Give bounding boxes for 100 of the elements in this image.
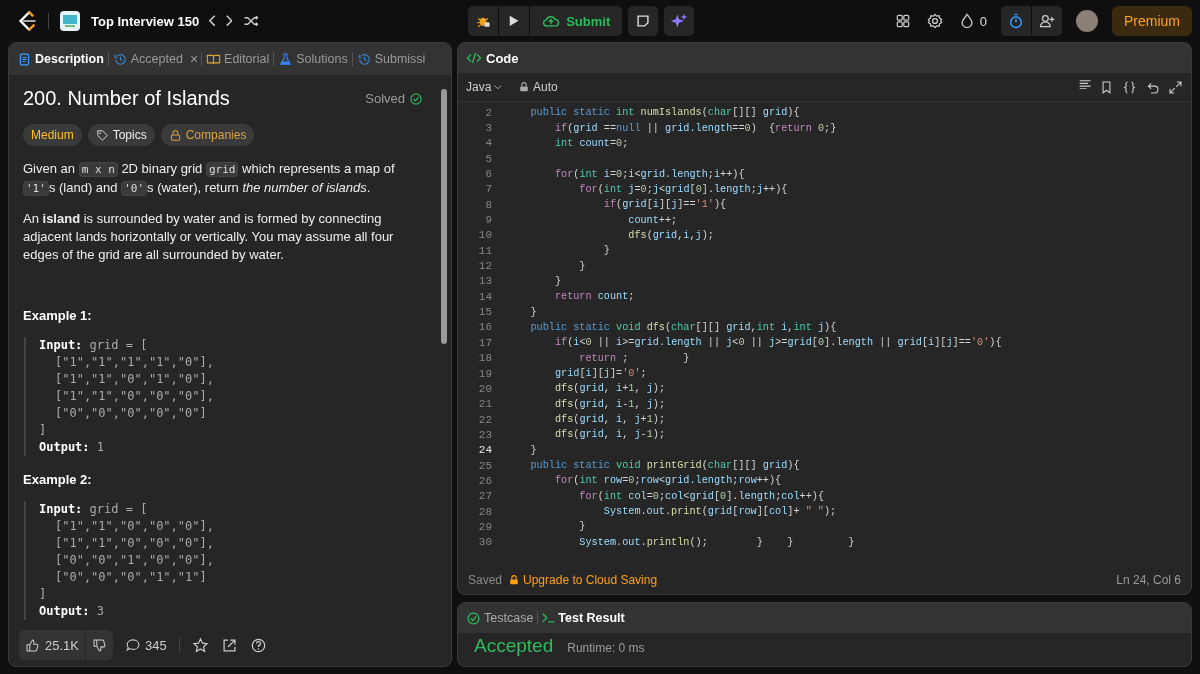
code-line: } xyxy=(553,275,562,287)
code-text: ["0","0","0","0","0"] xyxy=(54,405,208,422)
mode-selector[interactable]: Auto xyxy=(518,80,558,94)
braces-icon xyxy=(1122,79,1137,95)
line-number: 11 xyxy=(477,244,492,257)
expand-button[interactable] xyxy=(1168,79,1183,95)
comments-button[interactable]: 345 xyxy=(125,637,167,653)
language-dropdown[interactable]: Java xyxy=(466,80,502,94)
checkbox-icon xyxy=(466,610,481,626)
play-icon xyxy=(509,15,520,27)
line-number: 10 xyxy=(477,229,492,242)
cursor-position: Ln 24, Col 6 xyxy=(1116,573,1181,587)
code-text: ] xyxy=(39,586,48,603)
submit-button[interactable]: Submit xyxy=(530,6,623,36)
avatar[interactable] xyxy=(1076,10,1098,32)
line-number: 6 xyxy=(484,168,492,181)
share-button[interactable] xyxy=(220,636,238,654)
line-number: 4 xyxy=(484,137,492,150)
description-paragraph: Given an m x n 2D binary grid grid which represents a map of '1' s (land) and '0' s (water), return the number of islands. xyxy=(23,160,396,198)
code-line: dfs(grid, i, j-1); xyxy=(553,429,666,441)
panel-tab[interactable]: Accepted xyxy=(108,47,187,71)
notes-button[interactable] xyxy=(628,6,659,36)
problem-title: 200. Number of Islands xyxy=(23,87,230,110)
code-line: return count; xyxy=(553,291,635,303)
description-paragraph: An island is surrounded by water and is formed by connecting adjacent lands horizontally or vertically. You may assume all four edges of the grid are all surrounded by water. xyxy=(23,210,395,264)
line-number: 29 xyxy=(477,520,492,533)
chevron-down-icon xyxy=(494,84,502,90)
code-line: public static void dfs(char[][] grid,int i,int j){ xyxy=(529,322,837,333)
line-number: 5 xyxy=(484,152,492,165)
example-title: Example 1: xyxy=(23,308,93,323)
code-line: } xyxy=(602,245,610,257)
panel-tab[interactable]: Test Result xyxy=(538,606,629,630)
braces-button[interactable] xyxy=(1122,79,1137,95)
line-number: 14 xyxy=(477,290,492,303)
lock-icon xyxy=(508,574,521,586)
topics-chip[interactable]: Topics xyxy=(87,124,155,146)
settings-button[interactable] xyxy=(925,12,944,30)
panel-tab[interactable]: Testcase xyxy=(462,606,538,630)
streak-counter[interactable]: 0 xyxy=(957,12,987,30)
example-title: Example 2: xyxy=(23,472,93,487)
panel-tab[interactable]: Solutions xyxy=(274,47,352,71)
companies-chip[interactable]: Companies xyxy=(160,124,255,146)
debug-button[interactable] xyxy=(468,6,499,36)
next-icon xyxy=(225,15,233,27)
add-user-icon xyxy=(1038,12,1056,30)
lock-icon xyxy=(168,128,182,142)
code-line: return ; } xyxy=(578,352,690,364)
timer-button[interactable] xyxy=(1001,6,1031,36)
panel-tab[interactable]: Editorial xyxy=(202,47,274,71)
line-number: 19 xyxy=(477,367,492,380)
line-number: 26 xyxy=(477,474,492,487)
help-button[interactable] xyxy=(249,636,267,654)
run-button[interactable] xyxy=(499,6,530,36)
panel-tab[interactable]: Description xyxy=(13,47,108,71)
scrollbar-thumb[interactable] xyxy=(441,89,447,344)
code-text: ["0","0","1","0","0"], xyxy=(54,552,215,569)
code-line: int count=0; xyxy=(553,137,629,149)
line-number: 15 xyxy=(477,306,492,319)
difficulty-badge[interactable]: Medium xyxy=(23,124,82,146)
line-number: 25 xyxy=(477,459,492,472)
invite-button[interactable] xyxy=(1032,6,1062,36)
line-number: 7 xyxy=(484,183,492,196)
result-verdict: Accepted xyxy=(474,635,554,657)
close-tab-button[interactable]: × xyxy=(186,51,202,67)
timer-icon xyxy=(1007,12,1025,30)
code-line: public static int numIslands(char[][] grid){ xyxy=(529,107,800,119)
code-line: } xyxy=(529,306,537,318)
sparkle-icon xyxy=(670,12,689,30)
premium-button[interactable]: Premium xyxy=(1112,6,1192,36)
bookmark-button[interactable] xyxy=(1099,79,1114,95)
code-line: } xyxy=(578,521,586,533)
code-line: for(int col=0;col<grid[0].length;col++){ xyxy=(578,490,825,502)
code-line: System.out.print(grid[row][col]+ " "); xyxy=(602,506,837,518)
line-number: 9 xyxy=(484,214,492,227)
code-text: ["1","1","1","1","0"], xyxy=(54,354,215,371)
code-icon xyxy=(466,50,482,66)
code-line: System.out.println(); } } } xyxy=(578,536,855,548)
next-button[interactable] xyxy=(225,15,233,27)
history-icon xyxy=(356,51,372,67)
code-text: ["1","1","0","1","0"], xyxy=(54,371,215,388)
dislike-button[interactable] xyxy=(86,630,113,660)
list-badge-icon xyxy=(59,10,81,32)
line-number: 17 xyxy=(477,336,492,349)
like-button[interactable]: 25.1K xyxy=(19,630,85,660)
code-text: ] xyxy=(39,422,48,439)
code-line: dfs(grid, i+1, j); xyxy=(553,383,666,395)
save-status: Saved xyxy=(468,573,503,587)
history-icon xyxy=(112,51,128,67)
previous-button[interactable] xyxy=(209,15,216,27)
terminal-icon xyxy=(542,613,556,623)
favorite-button[interactable] xyxy=(191,636,209,654)
panel-tab[interactable]: Submissi xyxy=(352,47,430,71)
upgrade-link[interactable]: Upgrade to Cloud Saving xyxy=(508,573,658,587)
tag-icon xyxy=(95,128,109,142)
ai-button[interactable] xyxy=(664,6,695,36)
code-line: dfs(grid, i, j+1); xyxy=(553,414,666,426)
code-line: for(int j=0;j<grid[0].length;j++){ xyxy=(578,183,788,195)
bookmark-icon xyxy=(1099,79,1114,95)
list-title[interactable]: Top Interview 150 xyxy=(91,13,200,29)
share-icon xyxy=(220,636,238,654)
